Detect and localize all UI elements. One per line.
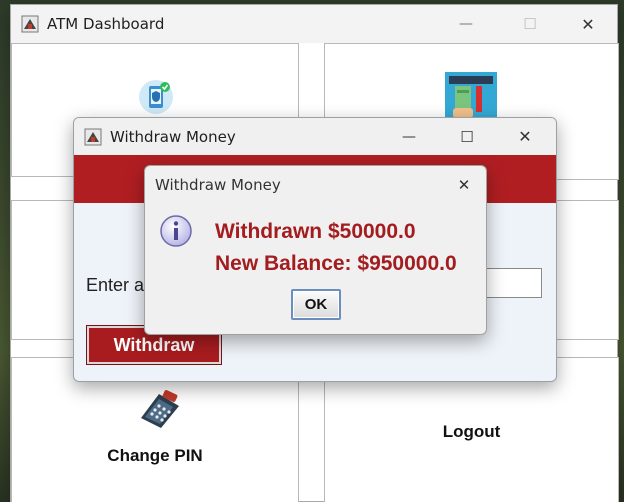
withdrawn-message: Withdrawn $50000.0 bbox=[215, 220, 416, 243]
info-icon bbox=[159, 214, 193, 253]
ok-button[interactable]: OK bbox=[291, 289, 341, 320]
minimize-button[interactable]: — bbox=[441, 5, 491, 43]
dialog-title-bar[interactable]: Withdraw Money ✕ bbox=[145, 166, 486, 204]
new-balance-message: New Balance: $950000.0 bbox=[215, 252, 457, 275]
change-pin-label: Change PIN bbox=[107, 446, 203, 465]
logout-label: Logout bbox=[442, 422, 501, 441]
maximize-button[interactable]: ☐ bbox=[442, 118, 492, 155]
atm-app-icon bbox=[84, 128, 102, 146]
calculator-icon bbox=[135, 388, 183, 433]
title-bar[interactable]: ATM Dashboard — ☐ ✕ bbox=[11, 5, 617, 43]
withdraw-title-bar[interactable]: Withdraw Money — ☐ ✕ bbox=[74, 118, 556, 155]
window-title: ATM Dashboard bbox=[47, 15, 165, 33]
close-button[interactable]: ✕ bbox=[500, 118, 550, 155]
minimize-button[interactable]: — bbox=[384, 118, 434, 155]
dialog-title: Withdraw Money bbox=[155, 176, 281, 194]
message-dialog: Withdraw Money ✕ Withdrawn $50000.0 New … bbox=[144, 165, 487, 335]
maximize-button[interactable]: ☐ bbox=[505, 5, 555, 43]
mobile-shield-icon bbox=[137, 78, 175, 121]
withdraw-window-title: Withdraw Money bbox=[110, 127, 236, 146]
close-button[interactable]: ✕ bbox=[439, 166, 486, 204]
amount-label: Enter a bbox=[86, 275, 145, 295]
close-button[interactable]: ✕ bbox=[563, 5, 613, 43]
atm-app-icon bbox=[21, 15, 39, 33]
